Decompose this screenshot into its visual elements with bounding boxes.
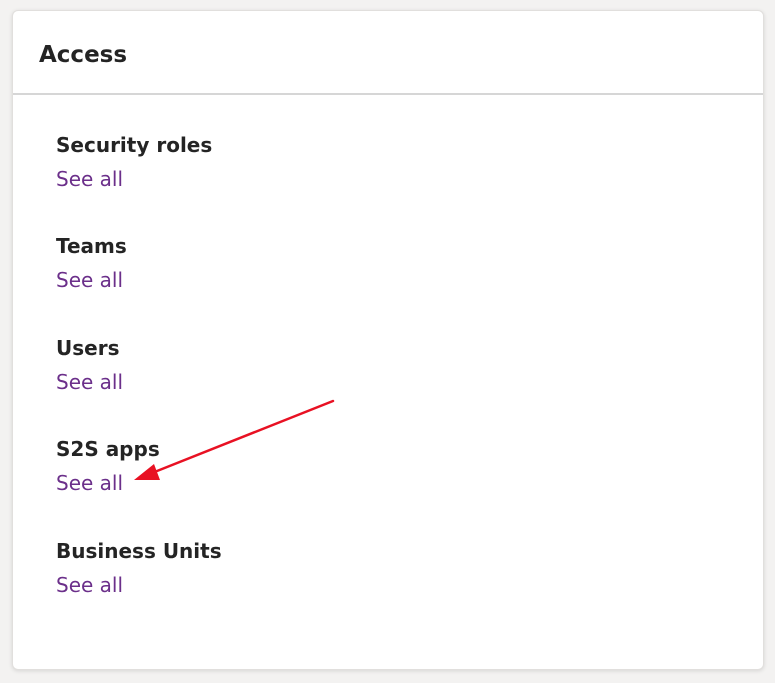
see-all-security-roles-link[interactable]: See all	[56, 166, 123, 192]
section-title-users: Users	[56, 336, 120, 360]
section-security-roles: Security roles See all	[56, 132, 212, 192]
access-card: Access Security roles See all Teams See …	[12, 10, 764, 670]
section-title-teams: Teams	[56, 234, 127, 258]
card-header: Access	[13, 11, 763, 95]
see-all-users-link[interactable]: See all	[56, 369, 123, 395]
section-title-security-roles: Security roles	[56, 133, 213, 157]
section-s2s-apps: S2S apps See all	[56, 436, 160, 496]
section-teams: Teams See all	[56, 233, 127, 293]
see-all-s2s-apps-link[interactable]: See all	[56, 470, 123, 496]
see-all-business-units-link[interactable]: See all	[56, 572, 123, 598]
see-all-teams-link[interactable]: See all	[56, 267, 123, 293]
section-business-units: Business Units See all	[56, 538, 222, 598]
section-title-business-units: Business Units	[56, 539, 222, 563]
card-title: Access	[39, 42, 128, 68]
section-users: Users See all	[56, 335, 123, 395]
section-title-s2s-apps: S2S apps	[56, 437, 160, 461]
